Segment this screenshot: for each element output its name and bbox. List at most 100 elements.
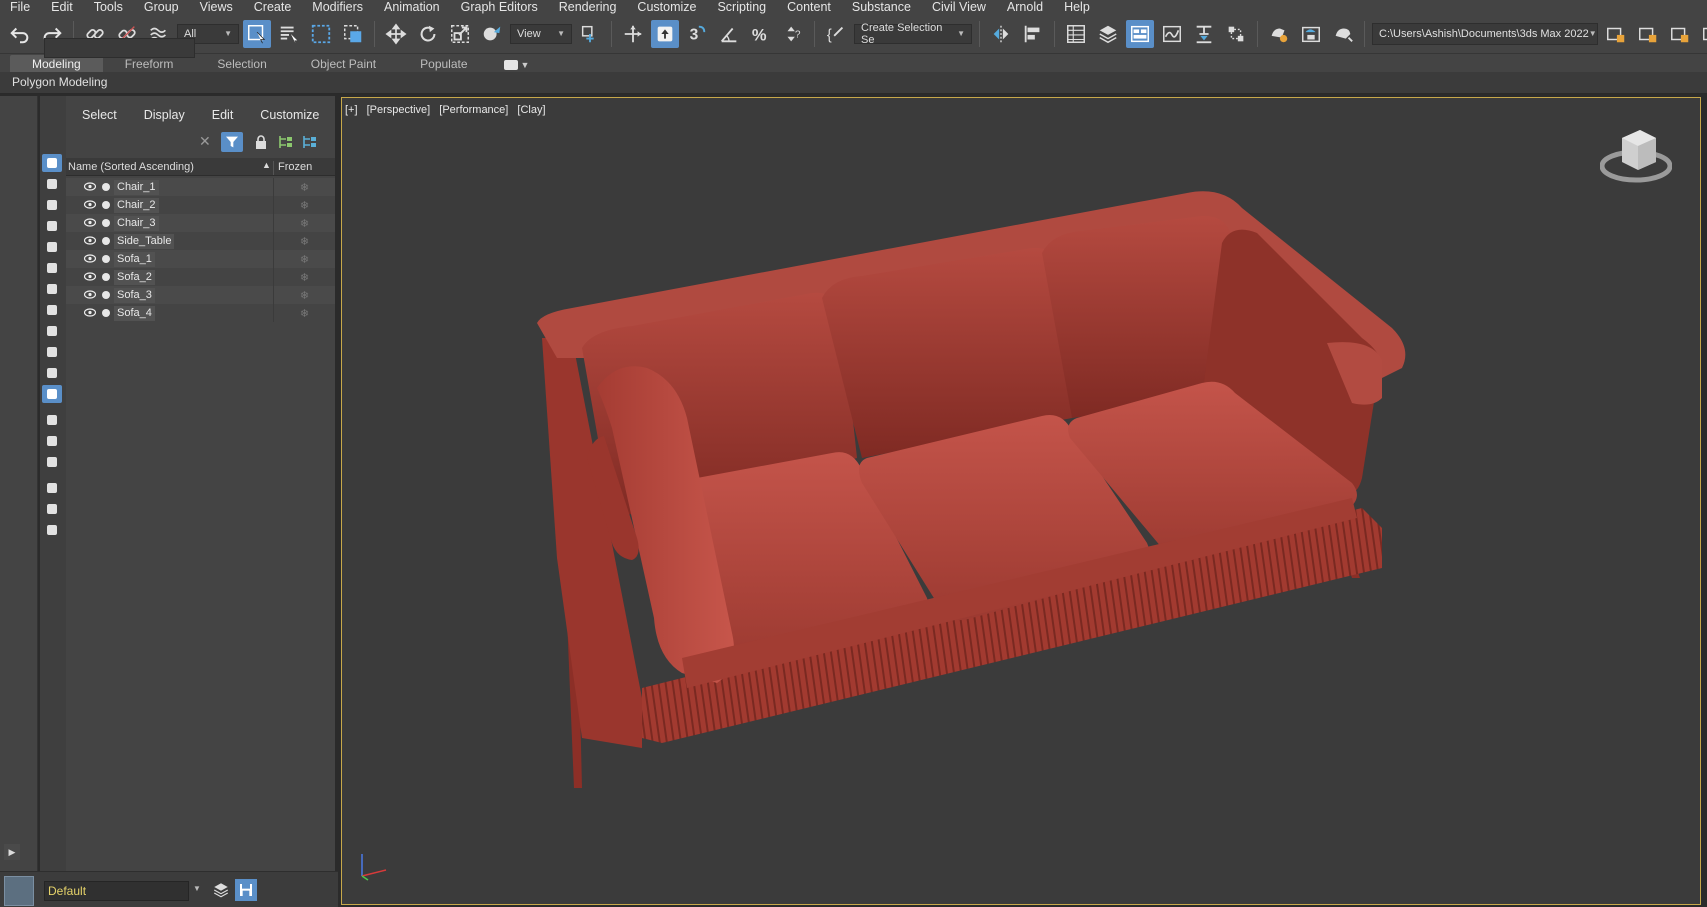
explorer-menu-customize[interactable]: Customize: [244, 108, 330, 122]
explorer-menu-display[interactable]: Display: [128, 108, 196, 122]
placement-icon[interactable]: [478, 20, 506, 48]
frozen-toggle-icon[interactable]: ❄: [273, 214, 335, 232]
menu-graph-editors[interactable]: Graph Editors: [451, 0, 549, 14]
geometry-filter-icon[interactable]: [42, 154, 62, 172]
container-icon[interactable]: [42, 521, 62, 539]
bones-filter-icon[interactable]: [42, 322, 62, 340]
menu-tools[interactable]: Tools: [84, 0, 134, 14]
percent-snap-icon[interactable]: %: [747, 20, 775, 48]
explorer-menu-edit[interactable]: Edit: [196, 108, 245, 122]
frozen-filter-icon[interactable]: [42, 364, 62, 382]
shapes-filter-icon[interactable]: [42, 175, 62, 193]
visibility-eye-icon[interactable]: [84, 218, 96, 227]
project-settings-icon[interactable]: [1666, 20, 1694, 48]
frozen-toggle-icon[interactable]: ❄: [273, 304, 335, 322]
layer-dropdown-arrow[interactable]: ▼: [193, 884, 201, 893]
current-layer-field[interactable]: Default: [44, 881, 189, 901]
frozen-toggle-icon[interactable]: ❄: [273, 286, 335, 304]
collapse-hierarchy-icon[interactable]: [302, 134, 318, 153]
frozen-toggle-icon[interactable]: ❄: [273, 178, 335, 196]
containers-filter-icon[interactable]: [42, 343, 62, 361]
project-folder-path[interactable]: C:\Users\Ashish\Documents\3ds Max 2022 ▼: [1372, 22, 1598, 45]
menu-file[interactable]: File: [0, 0, 41, 14]
groups-filter-icon[interactable]: [42, 280, 62, 298]
scene-object-row[interactable]: Sofa_1 ❄: [66, 250, 335, 268]
display-none-icon[interactable]: [42, 432, 62, 450]
spacewarps-filter-icon[interactable]: [42, 259, 62, 277]
menu-scripting[interactable]: Scripting: [707, 0, 777, 14]
menu-animation[interactable]: Animation: [374, 0, 451, 14]
visibility-eye-icon[interactable]: [84, 182, 96, 191]
cameras-filter-icon[interactable]: [42, 217, 62, 235]
visibility-eye-icon[interactable]: [84, 254, 96, 263]
object-name[interactable]: Side_Table: [114, 234, 175, 249]
filter-icon[interactable]: [42, 500, 62, 518]
window-crossing-icon[interactable]: [339, 20, 367, 48]
explorer-menu-select[interactable]: Select: [66, 108, 128, 122]
render-setup-icon[interactable]: [1265, 20, 1293, 48]
lock-icon[interactable]: [255, 135, 267, 152]
menu-modifiers[interactable]: Modifiers: [302, 0, 374, 14]
rendered-frame-window-icon[interactable]: [1297, 20, 1325, 48]
scene-object-row[interactable]: Sofa_2 ❄: [66, 268, 335, 286]
scene-object-row[interactable]: Side_Table ❄: [66, 232, 335, 250]
object-name[interactable]: Chair_3: [114, 216, 159, 231]
ribbon-options-icon[interactable]: ▼: [503, 58, 529, 72]
frozen-toggle-icon[interactable]: ❄: [273, 232, 335, 250]
undo-icon[interactable]: [6, 20, 34, 48]
render-production-icon[interactable]: [1329, 20, 1357, 48]
keyboard-shortcut-override-icon[interactable]: [651, 19, 679, 48]
tab-populate[interactable]: Populate: [398, 55, 489, 72]
frozen-toggle-icon[interactable]: ❄: [273, 196, 335, 214]
object-name[interactable]: Sofa_2: [114, 270, 155, 285]
visibility-eye-icon[interactable]: [84, 308, 96, 317]
object-name[interactable]: Chair_2: [114, 198, 159, 213]
polygon-modeling-label[interactable]: Polygon Modeling: [12, 75, 107, 89]
select-manipulate-icon[interactable]: [619, 20, 647, 48]
expand-hierarchy-icon[interactable]: [278, 134, 294, 153]
object-name[interactable]: Sofa_4: [114, 306, 155, 321]
reference-coordinate-dropdown[interactable]: View ▼: [510, 23, 572, 44]
schematic-view-icon[interactable]: [1190, 20, 1218, 48]
find-filter-icon[interactable]: [42, 479, 62, 497]
clear-search-icon[interactable]: ✕: [199, 134, 213, 148]
object-name[interactable]: Chair_1: [114, 180, 159, 195]
select-by-name-icon[interactable]: [275, 20, 303, 48]
layer-color-swatch[interactable]: [4, 876, 34, 906]
object-name[interactable]: Sofa_3: [114, 288, 155, 303]
toggle-ribbon-icon[interactable]: [1126, 19, 1154, 48]
layer-manager-icon[interactable]: [212, 881, 230, 902]
frozen-column-header[interactable]: Frozen: [273, 161, 312, 175]
scale-icon[interactable]: [446, 20, 474, 48]
rotate-icon[interactable]: [414, 20, 442, 48]
scene-object-row[interactable]: Sofa_3 ❄: [66, 286, 335, 304]
align-icon[interactable]: [1019, 20, 1047, 48]
angle-snap-icon[interactable]: [715, 20, 743, 48]
edit-named-selection-icon[interactable]: {: [822, 20, 850, 48]
viewcube[interactable]: [1600, 124, 1672, 188]
tab-object-paint[interactable]: Object Paint: [289, 55, 398, 72]
helpers-filter-icon[interactable]: [42, 238, 62, 256]
object-name[interactable]: Sofa_1: [114, 252, 155, 267]
invert-display-icon[interactable]: [42, 453, 62, 471]
menu-substance[interactable]: Substance: [842, 0, 922, 14]
display-all-icon[interactable]: [42, 411, 62, 429]
scene-object-row[interactable]: Chair_3 ❄: [66, 214, 335, 232]
filter-toggle-icon[interactable]: [221, 132, 243, 152]
project-folder-icon[interactable]: [1634, 20, 1662, 48]
move-icon[interactable]: [382, 20, 410, 48]
hidden-filter-icon[interactable]: [42, 385, 62, 403]
spinner-snap-icon[interactable]: ?: [779, 20, 807, 48]
menu-civil-view[interactable]: Civil View: [922, 0, 997, 14]
snaps-toggle-icon[interactable]: 3: [683, 20, 711, 48]
menu-group[interactable]: Group: [134, 0, 190, 14]
visibility-eye-icon[interactable]: [84, 236, 96, 245]
scene-object-row[interactable]: Chair_1 ❄: [66, 178, 335, 196]
pivot-center-icon[interactable]: [576, 20, 604, 48]
menu-customize[interactable]: Customize: [627, 0, 707, 14]
sofa-model[interactable]: [342, 98, 1701, 905]
select-object-icon[interactable]: [243, 19, 271, 48]
menu-rendering[interactable]: Rendering: [549, 0, 628, 14]
menu-help[interactable]: Help: [1054, 0, 1101, 14]
scene-explorer-toggle-icon[interactable]: [1062, 20, 1090, 48]
